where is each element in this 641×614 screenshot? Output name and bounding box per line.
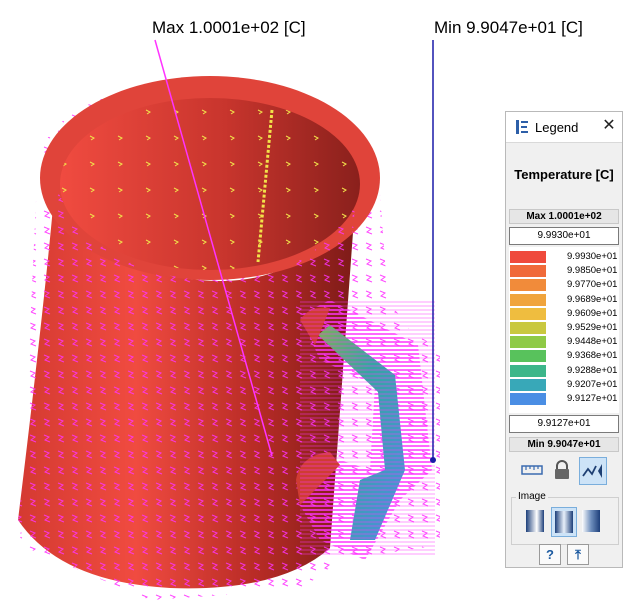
- export-icon[interactable]: ⤒: [567, 544, 589, 565]
- scale-swatch: [510, 350, 546, 363]
- scale-tick-label: 9.9850e+01: [567, 265, 618, 277]
- gradient-style-3-button[interactable]: [579, 507, 605, 537]
- quantity-title: Temperature [C]: [514, 167, 614, 182]
- max-annotation: Max 1.0001e+02 [C]: [152, 18, 306, 37]
- gradient-icon: [582, 510, 600, 532]
- scale-tick-label: 9.9127e+01: [567, 393, 618, 404]
- scale-swatch: [510, 378, 546, 391]
- legend-header: Legend ✕: [506, 112, 622, 143]
- gradient-style-2-button[interactable]: [551, 507, 577, 537]
- scale-tick-label: 9.9930e+01: [567, 251, 618, 262]
- lower-limit-input[interactable]: 9.9127e+01: [509, 415, 619, 433]
- plot-icon: [582, 464, 602, 478]
- legend-panel: Legend ✕ Temperature [C] Max 1.0001e+02 …: [505, 111, 623, 568]
- scale-tick-label: 9.9609e+01: [567, 307, 618, 319]
- ruler-icon: [521, 465, 543, 475]
- lock-button[interactable]: [549, 457, 577, 485]
- legend-icon: [516, 120, 528, 134]
- gradient-icon: [555, 511, 573, 533]
- scale-tick-label: 9.9448e+01: [567, 336, 618, 348]
- scale-tick-label: 9.9689e+01: [567, 293, 618, 305]
- scale-tick-label: 9.9368e+01: [567, 350, 618, 362]
- scale-tick-label: 9.9207e+01: [567, 378, 618, 390]
- scale-swatch: [510, 293, 546, 306]
- legend-title: Legend: [535, 120, 579, 135]
- plot-toggle-button[interactable]: [579, 457, 607, 485]
- close-icon[interactable]: ✕: [600, 117, 618, 135]
- gradient-style-1-button[interactable]: [523, 507, 549, 537]
- scale-swatch: [510, 307, 546, 320]
- scale-swatch: [510, 393, 546, 405]
- mug-handle: [296, 300, 435, 560]
- upper-limit-input[interactable]: 9.9930e+01: [509, 227, 619, 245]
- scale-swatch: [510, 265, 546, 278]
- scale-swatch: [510, 251, 546, 263]
- scale-swatch: [510, 336, 546, 349]
- scale-swatch: [510, 322, 546, 334]
- image-group-label: Image: [516, 491, 548, 502]
- lock-icon: [555, 460, 569, 479]
- help-icon[interactable]: ?: [539, 544, 561, 565]
- max-value-box: Max 1.0001e+02: [509, 209, 619, 224]
- scale-swatch: [510, 279, 546, 292]
- min-marker: [430, 457, 436, 463]
- scale-tick-label: 9.9288e+01: [567, 364, 618, 376]
- scale-tick-label: 9.9529e+01: [567, 322, 618, 333]
- scale-tick-label: 9.9770e+01: [567, 279, 618, 291]
- min-annotation: Min 9.9047e+01 [C]: [434, 18, 583, 37]
- min-value-box: Min 9.9047e+01: [509, 437, 619, 452]
- scale-swatch: [510, 364, 546, 377]
- ruler-button[interactable]: [519, 457, 547, 485]
- gradient-icon: [526, 510, 544, 532]
- color-scale: 9.9930e+01 9.9850e+01 9.9770e+01 9.9689e+01…: [509, 247, 619, 413]
